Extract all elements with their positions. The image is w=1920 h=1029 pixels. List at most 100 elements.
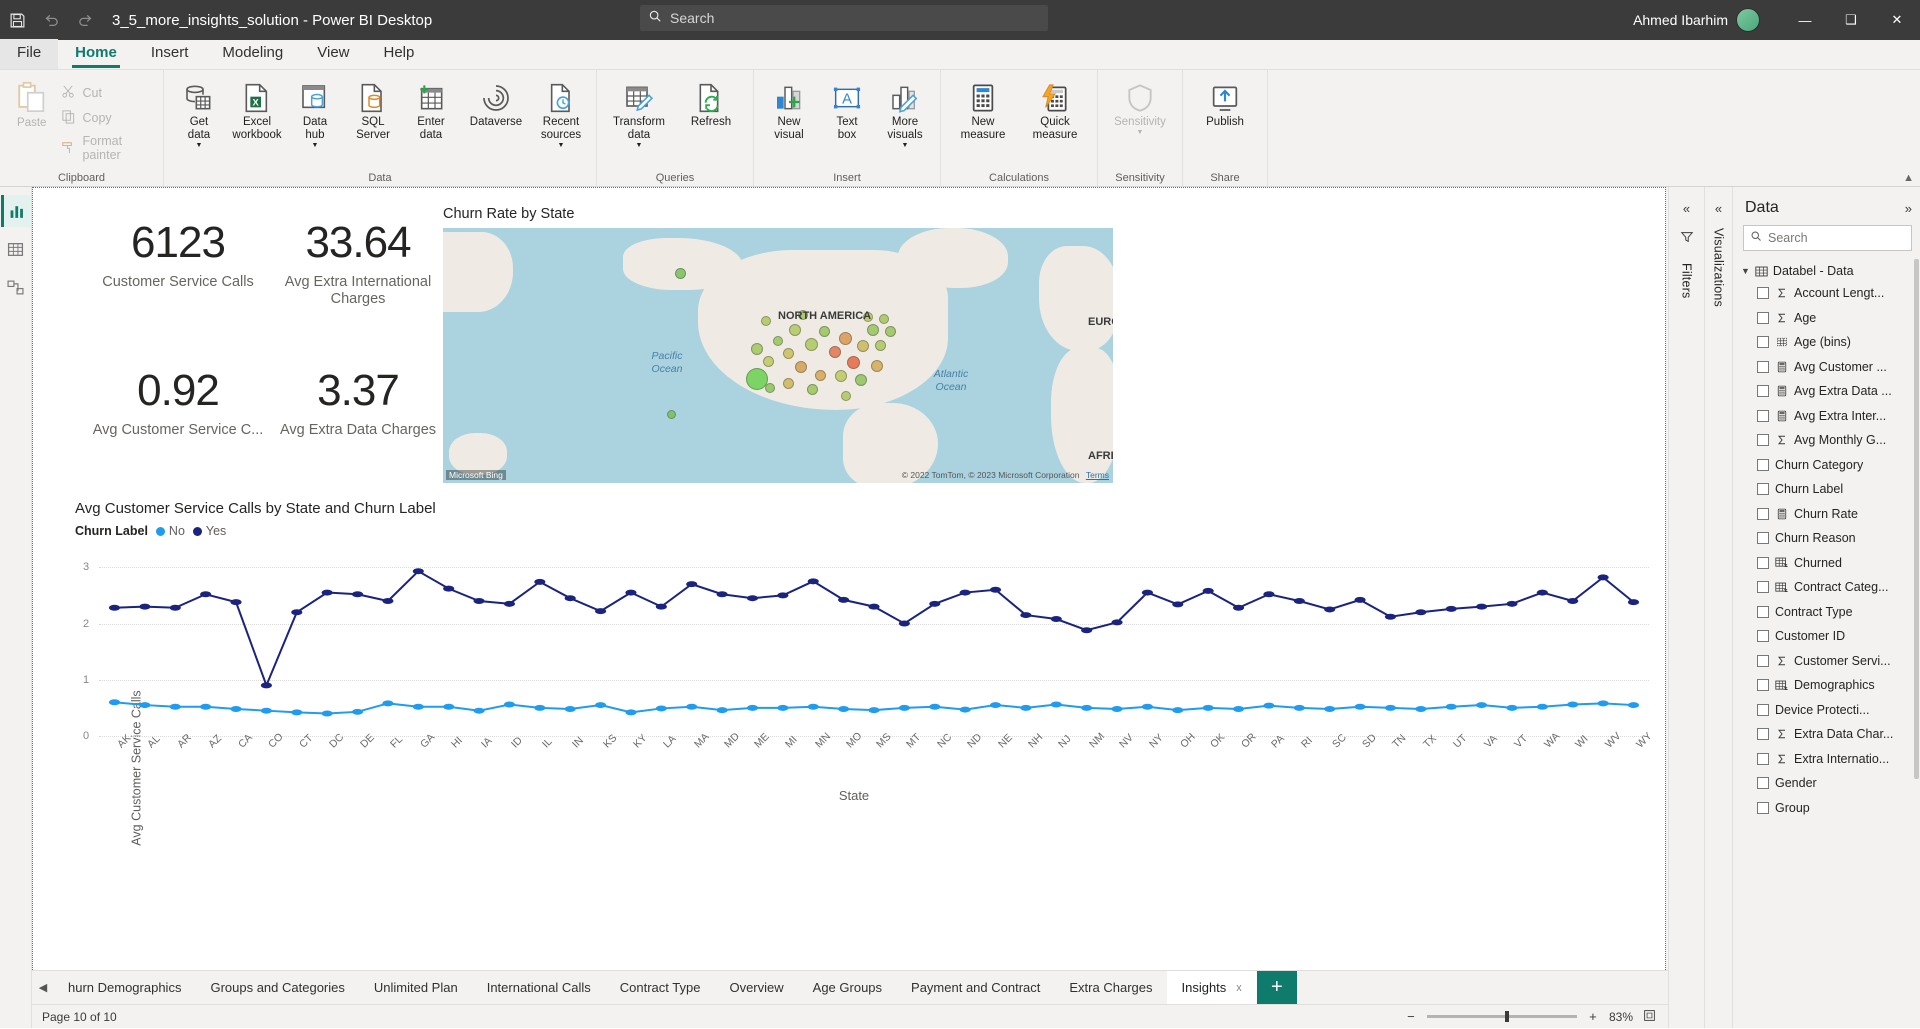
data-point[interactable] <box>838 596 850 603</box>
page-tab[interactable]: Insights x <box>1167 971 1257 1004</box>
data-point[interactable] <box>655 705 667 712</box>
data-point[interactable] <box>777 592 789 599</box>
enter-data-button[interactable]: Enter data <box>402 76 460 142</box>
minimize-button[interactable]: — <box>1782 0 1828 40</box>
kpi-card-avg-customer-service-calls[interactable]: 0.92 Avg Customer Service C... <box>73 366 283 439</box>
zoom-slider[interactable] <box>1426 1011 1577 1022</box>
map-bubble[interactable] <box>765 383 775 393</box>
data-pane-field[interactable]: Churn Rate <box>1733 502 1920 527</box>
data-point[interactable] <box>1050 616 1062 622</box>
map-bubble[interactable] <box>855 374 867 386</box>
field-checkbox[interactable] <box>1757 409 1769 422</box>
page-tab[interactable]: Overview <box>715 971 798 1004</box>
page-tab[interactable]: Age Groups <box>799 971 897 1004</box>
data-point[interactable] <box>716 707 728 714</box>
data-point[interactable] <box>595 608 607 615</box>
page-tab[interactable]: Unlimited Plan <box>360 971 473 1004</box>
data-point[interactable] <box>1354 596 1366 603</box>
data-pane-field[interactable]: Age <box>1733 306 1920 331</box>
data-point[interactable] <box>898 620 910 627</box>
map-bubble[interactable] <box>879 314 889 324</box>
map-bubble[interactable] <box>841 391 851 401</box>
field-checkbox[interactable] <box>1757 385 1769 398</box>
ribbon-tab-file[interactable]: File <box>0 39 59 69</box>
data-point[interactable] <box>412 568 424 575</box>
data-point[interactable] <box>1172 601 1184 608</box>
data-pane-field[interactable]: Avg Extra Data ... <box>1733 379 1920 404</box>
field-checkbox[interactable] <box>1757 360 1769 373</box>
data-pane-field[interactable]: Account Lengt... <box>1733 281 1920 306</box>
global-search[interactable] <box>640 5 1048 31</box>
sidebar-item-model-view[interactable] <box>1 271 31 303</box>
ribbon-tab-view[interactable]: View <box>300 39 366 69</box>
data-point[interactable] <box>838 706 850 712</box>
line-chart-visual[interactable]: Avg Customer Service Calls by State and … <box>53 500 1655 967</box>
data-pane-field[interactable]: Churned <box>1733 551 1920 576</box>
data-point[interactable] <box>169 604 181 611</box>
dataverse-button[interactable]: Dataverse <box>460 76 532 129</box>
field-checkbox[interactable] <box>1757 287 1769 300</box>
ribbon-tab-home[interactable]: Home <box>58 39 134 69</box>
data-point[interactable] <box>807 703 819 710</box>
chevron-down-icon[interactable]: ▼ <box>902 142 909 149</box>
sensitivity-button[interactable]: Sensitivity ▼ <box>1104 76 1176 136</box>
data-point[interactable] <box>1567 701 1579 708</box>
map-bubble[interactable] <box>763 356 774 367</box>
data-pane-field[interactable]: Churn Category <box>1733 453 1920 478</box>
collapse-ribbon-button[interactable]: ▲ <box>1903 172 1914 184</box>
sidebar-item-table-view[interactable] <box>1 233 31 265</box>
data-point[interactable] <box>1627 702 1640 709</box>
data-pane-field[interactable]: Gender <box>1733 771 1920 796</box>
page-tab[interactable]: International Calls <box>473 971 606 1004</box>
data-point[interactable] <box>230 706 242 712</box>
field-checkbox[interactable] <box>1757 654 1769 667</box>
data-pane-table-node[interactable]: ▼ Databel - Data <box>1733 261 1920 281</box>
data-point[interactable] <box>1202 587 1214 594</box>
map-bubble[interactable] <box>867 324 879 336</box>
data-pane-field[interactable]: Device Protecti... <box>1733 698 1920 723</box>
data-point[interactable] <box>169 703 181 710</box>
text-box-button[interactable]: A Text box <box>818 76 876 142</box>
data-point[interactable] <box>564 706 576 712</box>
chevron-double-left-icon[interactable]: « <box>1715 201 1722 216</box>
data-point[interactable] <box>260 707 272 714</box>
data-point[interactable] <box>716 591 728 598</box>
map-bubble[interactable] <box>783 378 794 389</box>
kpi-card-avg-extra-data-charges[interactable]: 3.37 Avg Extra Data Charges <box>263 366 453 439</box>
data-point[interactable] <box>898 704 910 711</box>
page-tab[interactable]: Contract Type <box>606 971 716 1004</box>
paste-button[interactable]: Paste <box>6 76 57 129</box>
data-point[interactable] <box>1293 704 1305 711</box>
field-checkbox[interactable] <box>1757 605 1769 618</box>
map-bubble[interactable] <box>829 346 841 358</box>
page-tab[interactable]: Extra Charges <box>1055 971 1167 1004</box>
field-checkbox[interactable] <box>1757 581 1769 594</box>
data-point[interactable] <box>230 599 242 606</box>
data-point[interactable] <box>686 703 698 710</box>
copy-button[interactable]: Copy <box>61 109 159 127</box>
data-point[interactable] <box>351 591 364 598</box>
data-pane-scrollbar[interactable] <box>1914 259 1919 779</box>
new-visual-button[interactable]: New visual <box>760 76 818 142</box>
data-pane-field[interactable]: Customer Servi... <box>1733 649 1920 674</box>
transform-data-button[interactable]: Transform data ▼ <box>603 76 675 149</box>
sql-server-button[interactable]: SQL Server <box>344 76 402 142</box>
data-pane-field[interactable]: Avg Customer ... <box>1733 355 1920 380</box>
refresh-button[interactable]: Refresh <box>675 76 747 129</box>
field-checkbox[interactable] <box>1757 630 1769 643</box>
data-point[interactable] <box>291 609 303 616</box>
cut-button[interactable]: Cut <box>61 84 159 102</box>
data-point[interactable] <box>503 600 516 607</box>
map-bubble[interactable] <box>789 324 801 336</box>
data-point[interactable] <box>382 598 394 604</box>
data-point[interactable] <box>321 589 333 596</box>
data-point[interactable] <box>200 703 212 710</box>
data-point[interactable] <box>929 600 941 607</box>
field-checkbox[interactable] <box>1757 532 1769 545</box>
map-bubble[interactable] <box>807 384 818 395</box>
map-bubble[interactable] <box>815 370 826 381</box>
map-bubble[interactable] <box>871 360 883 372</box>
map-terms-link[interactable]: Terms <box>1086 470 1109 480</box>
data-point[interactable] <box>1020 612 1032 619</box>
map-bubble[interactable] <box>783 348 794 359</box>
